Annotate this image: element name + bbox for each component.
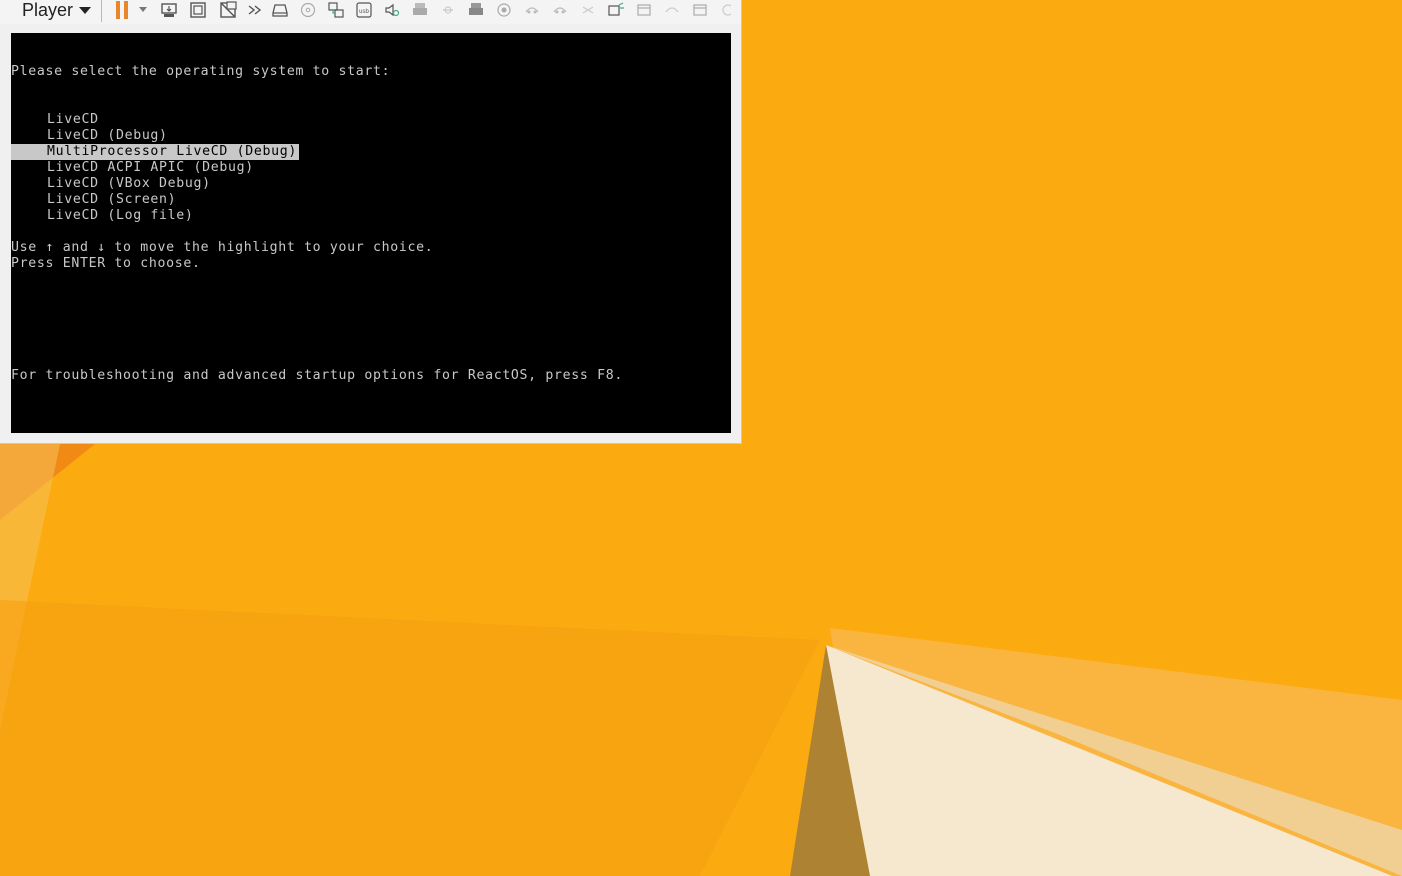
bluetooth-icon	[525, 7, 539, 14]
shared-folder-icon	[665, 7, 679, 13]
archive-icon	[693, 4, 707, 16]
enter-instruction: Press ENTER to choose.	[11, 256, 201, 271]
shared-folder-button[interactable]	[663, 1, 681, 19]
network-adapter-icon	[328, 2, 344, 18]
boot-option-livecd-vbox-debug[interactable]: LiveCD (VBox Debug)	[11, 176, 213, 192]
player-toolbar: Player usb	[0, 0, 741, 24]
pause-button[interactable]	[115, 1, 131, 20]
smart-card-button[interactable]	[551, 1, 569, 19]
serial-port-icon	[443, 6, 453, 14]
send-ctrl-alt-del-button[interactable]	[160, 1, 178, 19]
removable-device-icon	[637, 4, 651, 16]
navigation-instruction: Use ↑ and ↓ to move the highlight to you…	[11, 240, 434, 255]
cd-dvd-icon	[300, 2, 316, 18]
vm-console-screen[interactable]: Please select the operating system to st…	[11, 33, 731, 433]
sound-card-icon	[385, 3, 400, 17]
cd-dvd-button[interactable]	[299, 1, 317, 19]
display-button[interactable]	[607, 1, 625, 19]
boot-option-livecd-log-file[interactable]: LiveCD (Log file)	[11, 208, 196, 224]
messages-button[interactable]	[579, 1, 597, 19]
pause-dropdown-button[interactable]	[139, 7, 147, 12]
boot-option-livecd-acpi-apic-debug[interactable]: LiveCD ACPI APIC (Debug)	[11, 160, 256, 176]
player-menu-label: Player	[22, 0, 74, 20]
display-icon	[608, 2, 624, 16]
boot-prompt: Please select the operating system to st…	[11, 64, 391, 79]
archive-button[interactable]	[691, 1, 709, 19]
boot-option-multiprocessor-livecd-debug[interactable]: MultiProcessor LiveCD (Debug)	[11, 144, 299, 160]
hard-disk-icon	[272, 4, 288, 17]
boot-option-livecd-debug[interactable]: LiveCD (Debug)	[11, 128, 170, 144]
pause-icon	[116, 1, 120, 19]
boot-option-livecd-screen[interactable]: LiveCD (Screen)	[11, 192, 178, 208]
camera-icon	[497, 3, 511, 17]
messages-icon	[582, 6, 594, 14]
usb-button[interactable]: usb	[355, 1, 373, 19]
hard-disk-button[interactable]	[271, 1, 289, 19]
vmware-player-window: Player usb Please select the operating s…	[0, 0, 742, 444]
floppy-icon	[469, 3, 483, 15]
floppy-button[interactable]	[467, 1, 485, 19]
removable-device-button[interactable]	[635, 1, 653, 19]
serial-port-button[interactable]	[439, 1, 457, 19]
usb-icon: usb	[356, 2, 372, 18]
boot-option-livecd[interactable]: LiveCD	[11, 112, 101, 128]
network-adapter-button[interactable]	[327, 1, 345, 19]
toolbar-divider	[101, 0, 102, 22]
printer-button[interactable]	[411, 1, 429, 19]
full-screen-button[interactable]	[189, 1, 207, 19]
unity-button[interactable]	[219, 1, 237, 19]
send-ctrl-alt-del-icon	[161, 3, 177, 17]
bluetooth-button[interactable]	[523, 1, 541, 19]
pause-icon-bar	[124, 1, 128, 19]
settings-icon	[722, 4, 731, 16]
smart-card-icon	[553, 7, 567, 14]
camera-button[interactable]	[495, 1, 513, 19]
sound-card-button[interactable]	[383, 1, 401, 19]
printer-icon	[413, 3, 427, 15]
full-screen-icon	[190, 2, 206, 18]
forward-button[interactable]	[246, 1, 264, 19]
forward-icon	[248, 5, 262, 15]
svg-text:usb: usb	[359, 9, 369, 15]
chevron-down-icon	[79, 7, 92, 14]
troubleshooting-hint: For troubleshooting and advanced startup…	[11, 368, 623, 383]
player-menu-button[interactable]: Player	[22, 0, 92, 22]
unity-icon	[220, 1, 237, 18]
more-toolbar-button[interactable]	[719, 1, 731, 19]
